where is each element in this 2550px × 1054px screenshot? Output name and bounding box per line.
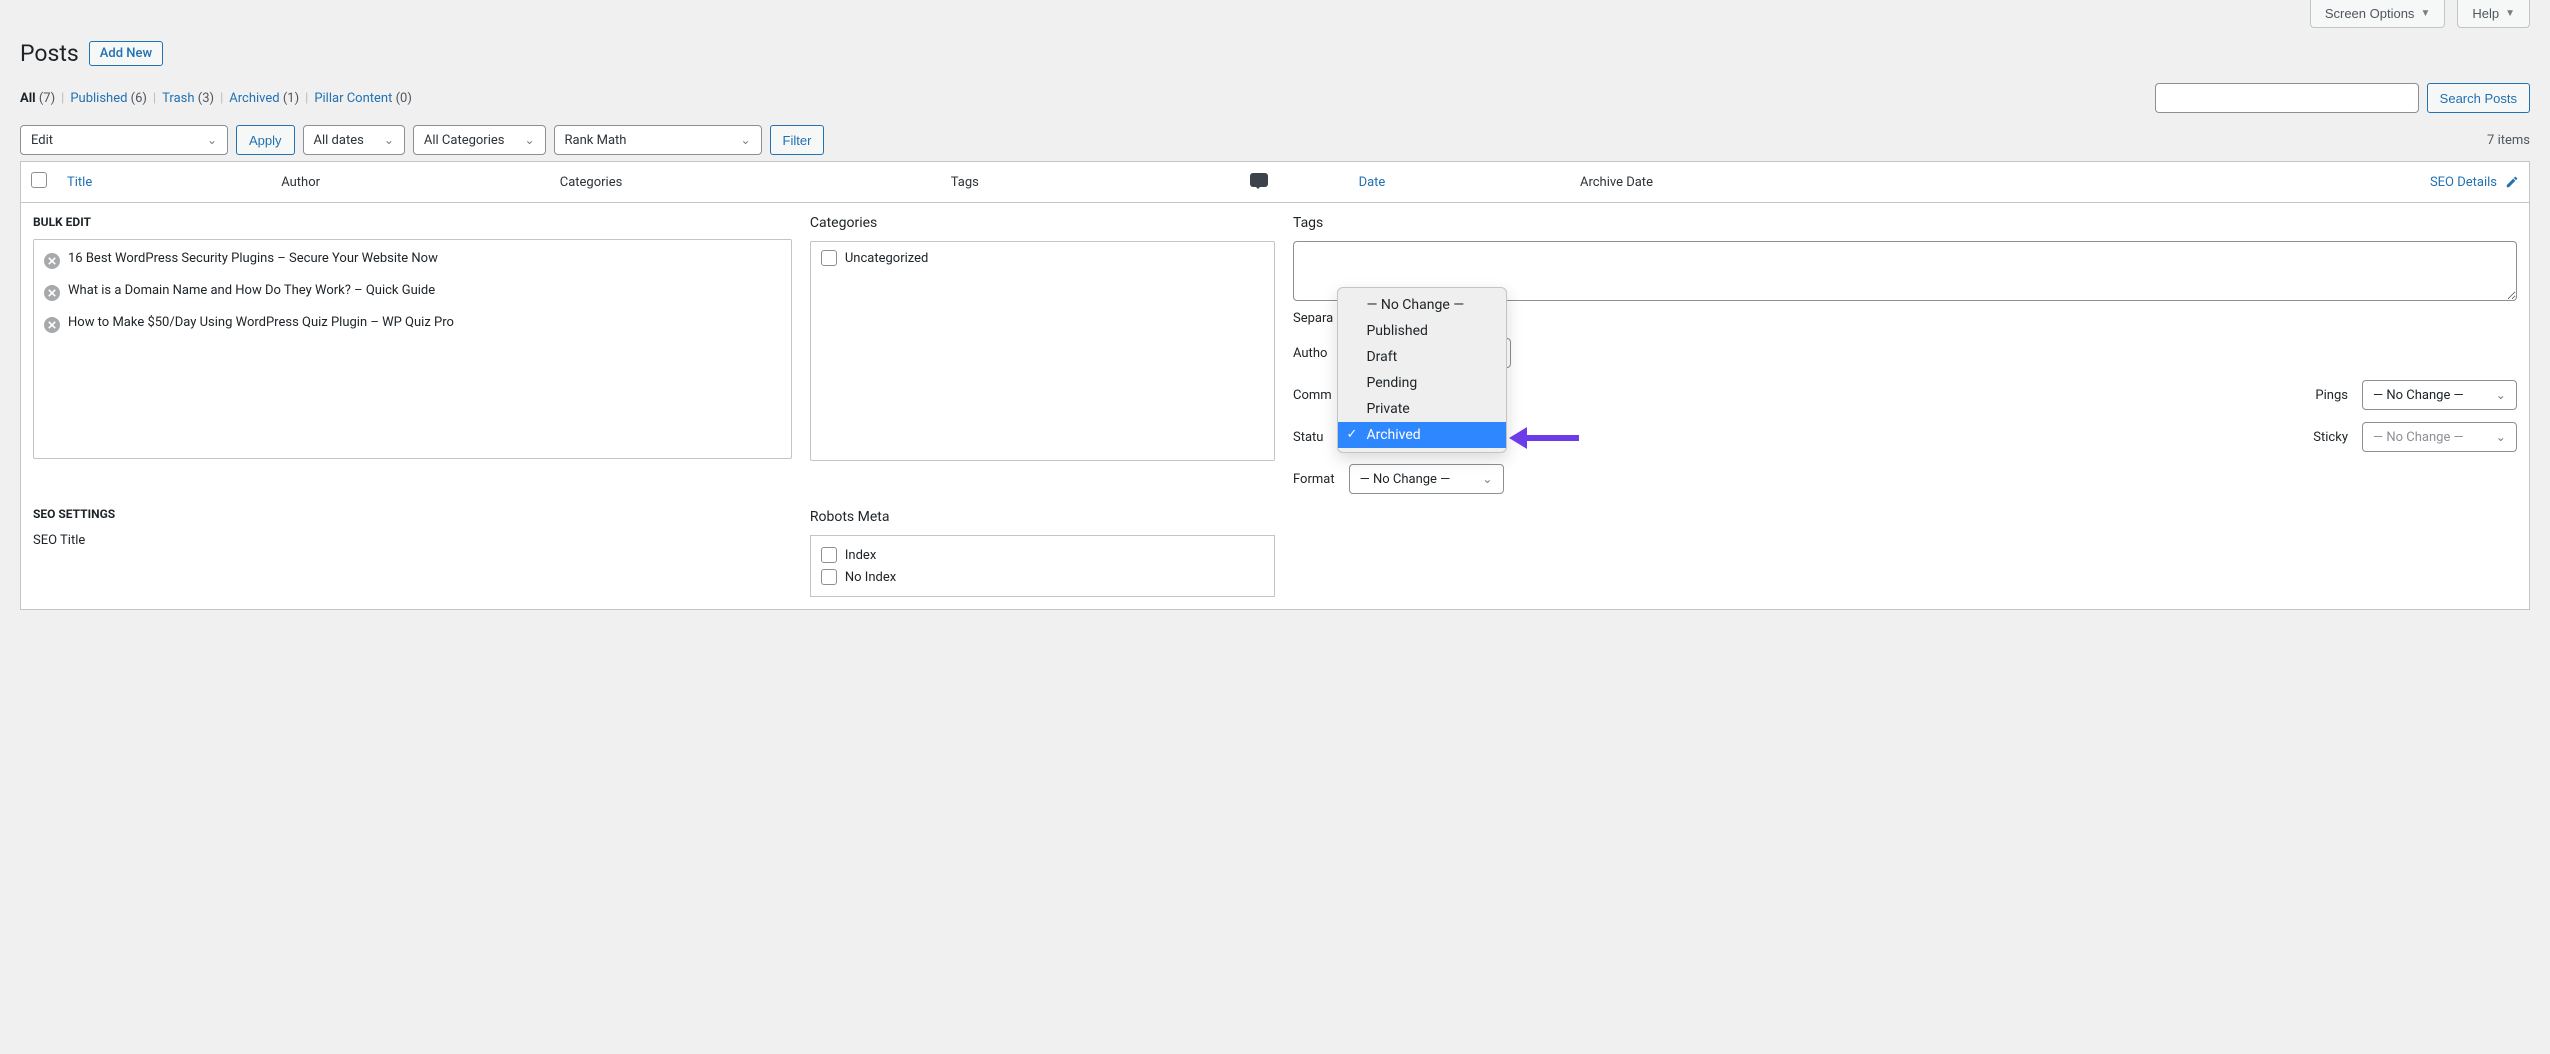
col-seo-details[interactable]: SEO Details [2020,175,2519,190]
bulk-title-item: 16 Best WordPress Security Plugins – Sec… [44,244,781,276]
robots-meta-list: Index No Index [810,535,1275,597]
chevron-down-icon: ⌄ [524,133,534,147]
chevron-down-icon: ⌄ [207,133,217,147]
robots-item: No Index [821,566,1264,588]
apply-button[interactable]: Apply [236,125,295,155]
caret-down-icon: ▼ [2505,8,2515,19]
bulk-edit-titles-box: 16 Best WordPress Security Plugins – Sec… [33,239,792,459]
pencil-icon [2505,175,2519,189]
select-all-checkbox[interactable] [31,172,47,188]
comments-icon[interactable] [1250,173,1268,187]
sticky-select[interactable]: — No Change — ⌄ [2362,422,2517,452]
category-item: Uncategorized [821,250,1264,266]
col-date[interactable]: Date [1359,175,1386,190]
col-author: Author [271,162,550,203]
items-count: 7 items [2487,133,2530,148]
col-archive-date: Archive Date [1570,162,2010,203]
pings-select[interactable]: — No Change — ⌄ [2362,380,2517,410]
view-all[interactable]: All (7) [20,91,55,106]
seo-title-label: SEO Title [33,533,792,548]
status-option-draft[interactable]: Draft [1338,344,1506,370]
bulk-action-selected: Edit [31,133,53,148]
categories-list: Uncategorized [810,241,1275,461]
chevron-down-icon: ⌄ [384,133,394,147]
categories-legend: Categories [810,215,1275,231]
category-filter-select[interactable]: All Categories ⌄ [413,125,546,155]
help-tab[interactable]: Help ▼ [2457,0,2530,28]
arrow-annotation-icon [1509,425,1579,455]
robots-item: Index [821,544,1264,566]
chevron-down-icon: ⌄ [2496,430,2506,444]
format-label: Format [1293,472,1335,487]
category-checkbox[interactable] [821,250,837,266]
remove-icon[interactable] [44,285,60,301]
col-categories: Categories [550,162,941,203]
format-select[interactable]: — No Change — ⌄ [1349,464,1504,494]
screen-options-tab[interactable]: Screen Options ▼ [2310,0,2446,28]
help-label: Help [2472,6,2499,21]
col-title[interactable]: Title [67,175,92,190]
status-dropdown[interactable]: — No Change — Published Draft Pending Pr… [1337,287,1507,453]
status-label: Statu [1293,430,1323,445]
sticky-label: Sticky [2313,430,2348,445]
caret-down-icon: ▼ [2420,8,2430,19]
add-new-button[interactable]: Add New [89,41,163,66]
bulk-title-item: What is a Domain Name and How Do They Wo… [44,276,781,308]
view-archived[interactable]: Archived (1) [229,91,299,106]
rankmath-filter-select[interactable]: Rank Math ⌄ [554,125,762,155]
filter-button[interactable]: Filter [770,125,825,155]
status-option-pending[interactable]: Pending [1338,370,1506,396]
date-filter-select[interactable]: All dates ⌄ [303,125,405,155]
search-input[interactable] [2155,83,2419,113]
status-option-archived[interactable]: Archived [1338,422,1506,448]
status-option-private[interactable]: Private [1338,396,1506,422]
status-option-published[interactable]: Published [1338,318,1506,344]
col-tags: Tags [941,162,1169,203]
view-pillar-content[interactable]: Pillar Content (0) [314,91,412,106]
robots-checkbox[interactable] [821,547,837,563]
chevron-down-icon: ⌄ [740,133,750,147]
search-posts-button[interactable]: Search Posts [2427,83,2530,113]
bulk-action-select[interactable]: Edit ⌄ [20,125,228,155]
bulk-title-item: How to Make $50/Day Using WordPress Quiz… [44,308,781,340]
view-trash[interactable]: Trash (3) [162,91,214,106]
page-title: Posts [20,40,79,67]
post-status-filters: All (7) | Published (6) | Trash (3) | Ar… [20,91,412,106]
robots-meta-legend: Robots Meta [810,509,1275,525]
chevron-down-icon: ⌄ [2496,388,2506,402]
bulk-edit-legend: BULK EDIT [33,215,792,229]
chevron-down-icon: ⌄ [1482,472,1492,486]
remove-icon[interactable] [44,253,60,269]
screen-options-label: Screen Options [2325,6,2415,21]
pings-label: Pings [2315,388,2348,403]
status-option-nochange[interactable]: — No Change — [1338,292,1506,318]
view-published[interactable]: Published (6) [70,91,147,106]
comments-label: Comm [1293,388,1332,403]
robots-checkbox[interactable] [821,569,837,585]
tags-legend: Tags [1293,215,2517,231]
remove-icon[interactable] [44,317,60,333]
author-label: Autho [1293,346,1327,361]
seo-settings-legend: SEO SETTINGS [33,507,792,521]
